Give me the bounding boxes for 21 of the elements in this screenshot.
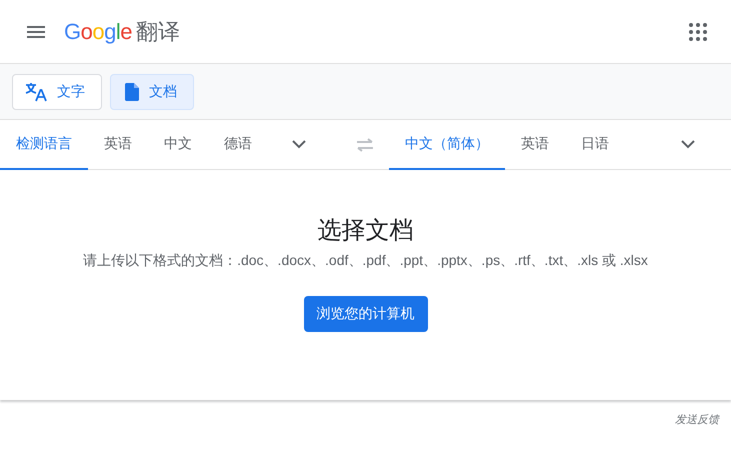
- logo[interactable]: Google: [64, 18, 132, 44]
- language-tab[interactable]: 中文: [148, 120, 208, 170]
- language-tab[interactable]: 检测语言: [0, 120, 88, 170]
- language-tab[interactable]: 德语: [208, 120, 268, 170]
- language-tab[interactable]: 日语: [564, 120, 625, 170]
- format-hint: 请上传以下格式的文档：.doc、.docx、.odf、.pdf、.ppt、.pptx、.ps、.rtf、.txt、.xls 或 .xlsx: [82, 252, 649, 270]
- mode-tab[interactable]: 文字: [12, 74, 102, 110]
- browse-button[interactable]: 浏览您的计算机: [304, 296, 428, 332]
- chevron-down-icon[interactable]: [292, 140, 306, 149]
- mode-tab[interactable]: 文档: [110, 74, 194, 110]
- language-tab[interactable]: 英语: [504, 120, 565, 170]
- feedback-link[interactable]: 发送反馈: [675, 414, 719, 426]
- language-tab[interactable]: 英语: [88, 120, 148, 170]
- document-icon: [125, 82, 139, 100]
- apps-icon[interactable]: [689, 22, 707, 40]
- chevron-down-icon[interactable]: [681, 140, 695, 149]
- upload-title: 选择文档: [316, 216, 414, 246]
- language-tab[interactable]: 中文（简体）: [388, 120, 505, 170]
- translate-icon: [25, 82, 47, 102]
- menu-icon[interactable]: [27, 26, 45, 38]
- app-title: 翻译: [136, 18, 180, 46]
